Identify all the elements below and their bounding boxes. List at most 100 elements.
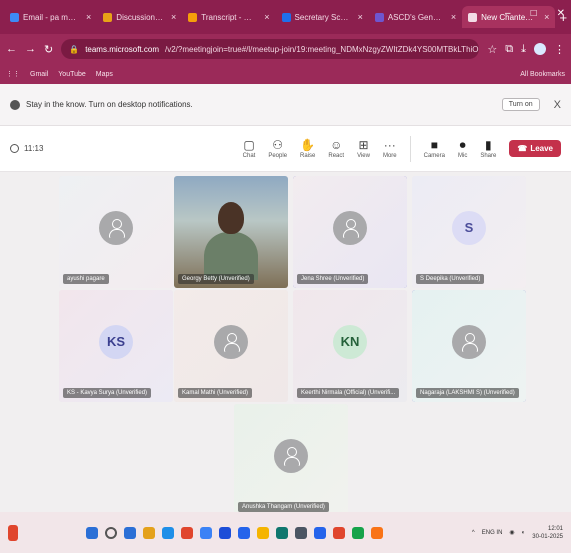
star-icon[interactable]: ☆: [487, 43, 497, 56]
bookmark-maps[interactable]: Maps: [96, 71, 113, 78]
taskbar-app-icon[interactable]: [200, 526, 212, 539]
react-button[interactable]: ☺ React: [328, 139, 344, 159]
bookmark-youtube[interactable]: YouTube: [58, 71, 86, 78]
raise-button[interactable]: ✋ Raise: [300, 139, 315, 159]
participant-avatar: [452, 324, 486, 359]
browser-menu-icon[interactable]: ⋮: [554, 43, 565, 56]
person-icon: [224, 332, 240, 352]
browser-tab[interactable]: Secretary Screens ×: [276, 6, 369, 28]
browser-tab[interactable]: Discussion ec ×: [97, 6, 182, 28]
bell-icon: [10, 99, 20, 110]
chevron-up-icon[interactable]: ^: [472, 530, 475, 536]
address-bar-row: ← → ↻ 🔒 teams.microsoft.com /v2/?meeting…: [0, 34, 571, 64]
taskbar-app-icon[interactable]: [314, 526, 326, 539]
turn-on-button[interactable]: Turn on: [501, 98, 540, 111]
language-indicator[interactable]: ENG IN: [482, 530, 503, 536]
taskbar-clock[interactable]: 12:01 30-01-2025: [532, 525, 563, 541]
taskbar-app-icon[interactable]: [238, 526, 250, 539]
taskbar-app-icon[interactable]: [257, 526, 269, 539]
chat-button[interactable]: ▢ Chat: [243, 139, 256, 159]
close-notification-button[interactable]: X: [554, 99, 561, 111]
taskbar-app-icon[interactable]: [219, 526, 231, 539]
close-tab-icon[interactable]: ×: [171, 12, 176, 22]
browser-tab[interactable]: Transcript - Union ×: [182, 6, 275, 28]
participant-name: Kamal Mathi (Unverified): [178, 388, 253, 398]
participant-avatar: KN: [333, 324, 367, 359]
browser-tab[interactable]: ASCD's Gen Mn ×: [369, 6, 462, 28]
clock-date: 30-01-2025: [532, 533, 563, 540]
meeting-toolbar: 11:13 ▢ Chat ⚇ People ✋ Raise ☺ React ⊞ View ··· Mo…: [0, 126, 571, 172]
participant-tile[interactable]: Nagaraja (LAKSHMI S) (Unverified): [412, 290, 526, 402]
toolbar-divider: [409, 135, 411, 162]
volume-icon[interactable]: ◐: [522, 530, 526, 536]
taskbar-app-icon[interactable]: [162, 526, 174, 539]
taskbar-app-icon[interactable]: [86, 526, 98, 539]
people-icon: ⚇: [272, 137, 284, 152]
view-label: View: [357, 152, 370, 159]
people-button[interactable]: ⚇ People: [268, 139, 287, 159]
browser-tab[interactable]: Email - pa mmos ×: [4, 6, 97, 28]
taskbar-app-icon[interactable]: [352, 526, 364, 539]
more-label: More: [382, 152, 397, 159]
participant-avatar: KS: [99, 324, 133, 359]
all-bookmarks[interactable]: All Bookmarks: [520, 71, 565, 78]
mic-label: Mic: [457, 152, 468, 159]
tab-label: Email - pa mmos: [23, 12, 79, 22]
participant-avatar: [99, 210, 133, 245]
widgets-icon[interactable]: [8, 524, 18, 541]
participant-tile[interactable]: Jena Shree (Unverified): [293, 176, 407, 288]
participant-video-person: [218, 202, 244, 234]
apps-icon[interactable]: ⋮⋮: [6, 70, 20, 78]
taskbar-app-icon[interactable]: [181, 526, 193, 539]
participant-tile[interactable]: S S Deepika (Unverified): [412, 176, 526, 288]
view-icon: ⊞: [358, 137, 369, 152]
camera-button[interactable]: ■ Camera: [424, 139, 445, 159]
bookmark-gmail[interactable]: Gmail: [30, 71, 48, 78]
meeting-tools: ▢ Chat ⚇ People ✋ Raise ☺ React ⊞ View ··· More ■ Cam…: [243, 135, 561, 162]
taskbar-app-icon[interactable]: [105, 526, 117, 539]
url-host: teams.microsoft.com: [85, 44, 159, 54]
download-icon[interactable]: ⤓: [521, 43, 526, 56]
clock-time: 12:01: [547, 525, 563, 532]
more-button[interactable]: ··· More: [383, 139, 397, 159]
close-tab-icon[interactable]: ×: [451, 12, 456, 22]
leave-label: Leave: [530, 144, 553, 153]
extensions-icon[interactable]: ⧉: [505, 43, 513, 56]
close-tab-icon[interactable]: ×: [86, 12, 91, 22]
minimize-button[interactable]: –: [505, 8, 511, 19]
lock-icon: 🔒: [69, 44, 80, 54]
taskbar-app-icon[interactable]: [276, 526, 288, 539]
participant-tile[interactable]: ayushi pagare: [59, 176, 173, 288]
wifi-icon[interactable]: ◉: [509, 529, 514, 536]
participant-tile[interactable]: Anushka Thangam (Unverified): [234, 404, 348, 516]
reload-icon[interactable]: ↻: [44, 43, 53, 56]
taskbar-app-icon[interactable]: [124, 526, 136, 539]
profile-avatar[interactable]: [534, 43, 546, 55]
url-field[interactable]: 🔒 teams.microsoft.com /v2/?meetingjoin=t…: [61, 39, 480, 59]
close-tab-icon[interactable]: ×: [264, 12, 269, 22]
back-icon[interactable]: ←: [6, 43, 17, 55]
participant-tile[interactable]: KS KS - Kavya Surya (Unverified): [59, 290, 173, 402]
raise-icon: ✋: [300, 137, 316, 152]
participant-tile[interactable]: Kamal Mathi (Unverified): [174, 290, 288, 402]
taskbar-app-icon[interactable]: [295, 526, 307, 539]
participant-tile[interactable]: KN Keerthi Nirmala (Official) (Unverifi..…: [293, 290, 407, 402]
maximize-button[interactable]: □: [531, 8, 537, 19]
view-button[interactable]: ⊞ View: [357, 139, 370, 159]
close-window-button[interactable]: ✕: [557, 8, 565, 19]
meeting-timer: 11:13: [10, 144, 43, 153]
screen: Email - pa mmos × Discussion ec × Transcript…: [0, 0, 571, 553]
taskbar-app-icon[interactable]: [333, 526, 345, 539]
taskbar-app-icon[interactable]: [371, 526, 383, 539]
mic-button[interactable]: ⏺ Mic: [458, 139, 467, 159]
taskbar-app-icon[interactable]: [143, 526, 155, 539]
share-button[interactable]: ▮ Share: [480, 139, 496, 159]
participant-tile[interactable]: Georgy Betty (Unverified): [174, 176, 288, 288]
forward-icon[interactable]: →: [25, 43, 36, 55]
close-tab-icon[interactable]: ×: [358, 12, 363, 22]
participant-name: Anushka Thangam (Unverified): [238, 502, 329, 512]
camera-icon: ■: [430, 137, 438, 152]
leave-button[interactable]: ☎ Leave: [509, 140, 561, 157]
participant-name: Jena Shree (Unverified): [297, 274, 369, 284]
phone-hangup-icon: ☎: [517, 144, 528, 153]
